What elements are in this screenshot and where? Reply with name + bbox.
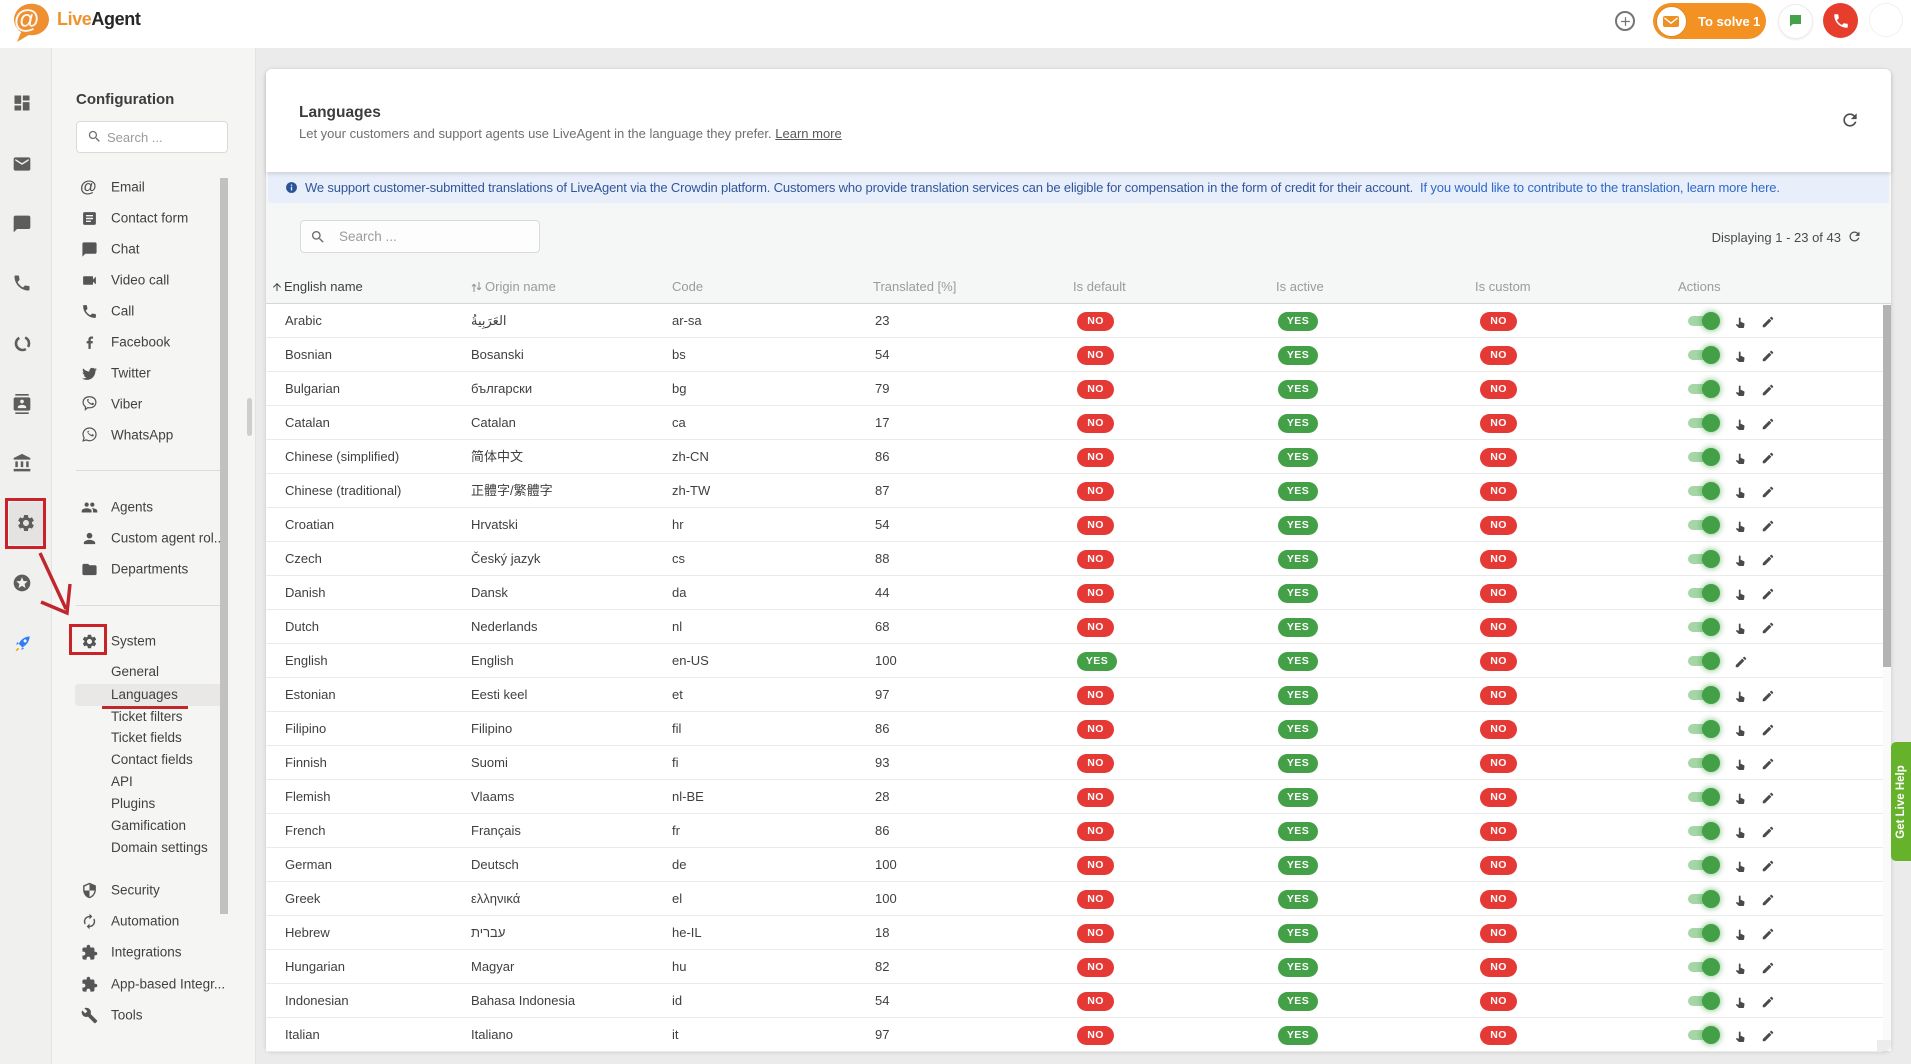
svg-text:@: @: [14, 4, 39, 34]
